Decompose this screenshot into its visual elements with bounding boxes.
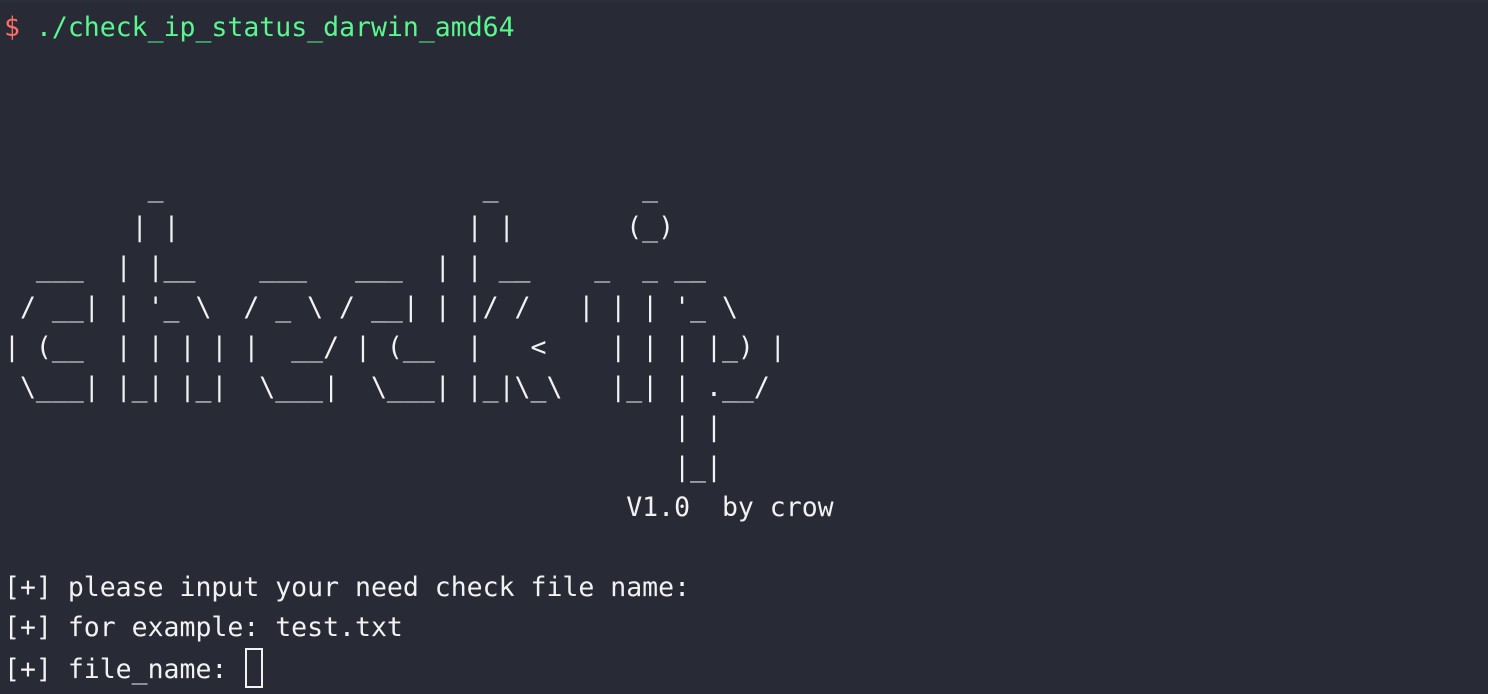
command-prompt-line: $ ./check_ip_status_darwin_amd64 [4,8,515,48]
terminal-window[interactable]: $ ./check_ip_status_darwin_amd64 _ _ _ |… [0,0,1488,694]
prompt-symbol: $ [4,12,20,43]
input-label: [+] file_name: [4,654,244,685]
output-line-example: [+] for example: test.txt [4,612,403,643]
text-cursor[interactable] [245,648,264,688]
ascii-art-banner: _ _ _ | | | | (_) ___ | |__ ___ ___ | | … [4,172,834,523]
input-line[interactable]: [+] file_name: [4,648,264,690]
output-line-prompt: [+] please input your need check file na… [4,572,691,603]
command-text: ./check_ip_status_darwin_amd64 [35,12,515,43]
window-top-edge [0,0,1488,2]
